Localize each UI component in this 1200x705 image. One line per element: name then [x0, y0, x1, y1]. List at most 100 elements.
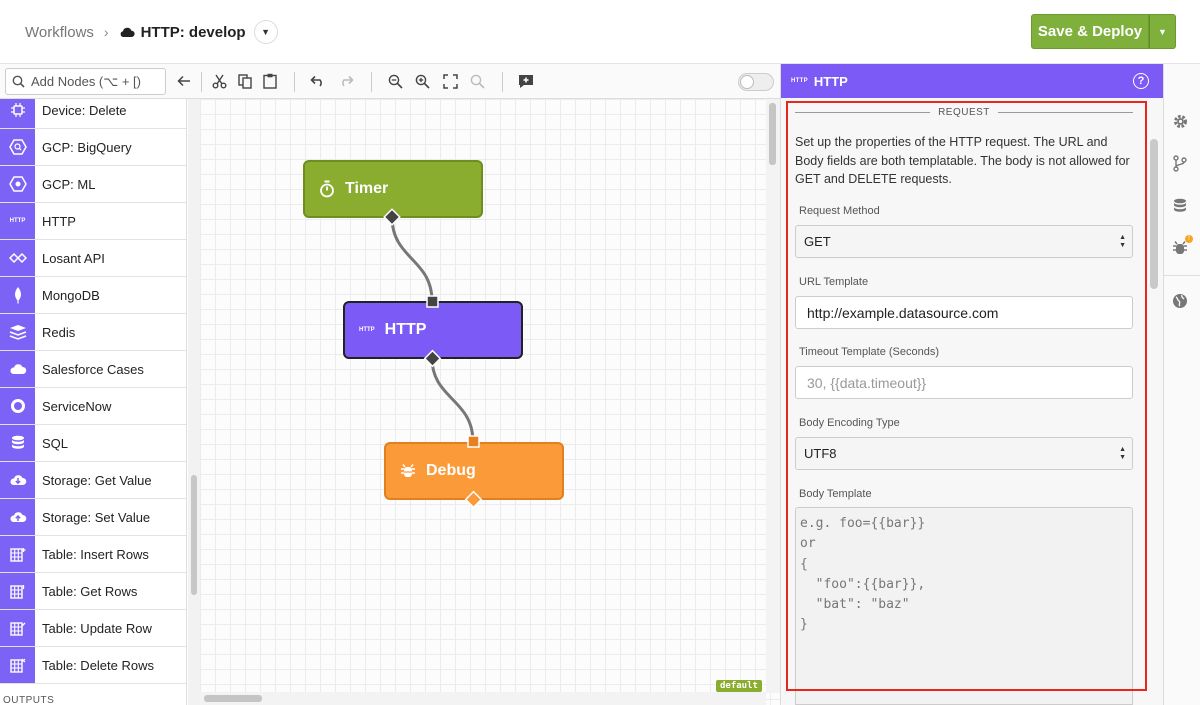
search-icon — [12, 75, 25, 88]
canvas-horizontal-scrollbar[interactable] — [200, 692, 766, 705]
zoom-reset-icon[interactable] — [468, 72, 486, 90]
undo-icon[interactable] — [309, 72, 327, 90]
palette-item-label: Storage: Get Value — [42, 472, 152, 488]
palette-item-redis[interactable]: Redis — [0, 314, 186, 351]
node-palette: Device: Delete GCP: BigQuery GCP: ML HTT… — [0, 99, 187, 705]
cloud-upload-icon — [0, 499, 35, 535]
palette-item-table-get-rows[interactable]: Table: Get Rows — [0, 573, 186, 610]
default-version-tag: default — [716, 680, 762, 692]
palette-item-storage-set-value[interactable]: Storage: Set Value — [0, 499, 186, 536]
debug-toggle[interactable] — [738, 73, 774, 91]
mongodb-icon — [0, 277, 35, 313]
collapse-arrow-icon[interactable] — [175, 72, 193, 90]
zoom-in-icon[interactable] — [413, 72, 431, 90]
palette-item-label: GCP: BigQuery — [42, 139, 132, 155]
gcp-bigquery-icon — [0, 129, 35, 165]
copy-icon[interactable] — [236, 72, 254, 90]
workflow-canvas[interactable]: Timer HTTP HTTP Debug — [200, 99, 780, 705]
palette-item-storage-get-value[interactable]: Storage: Get Value — [0, 462, 186, 499]
request-section-highlight — [786, 101, 1147, 691]
palette-item-http[interactable]: HTTP HTTP — [0, 203, 186, 240]
workflow-name: HTTP: develop — [140, 23, 246, 41]
toolbar-divider — [294, 72, 295, 92]
redo-icon[interactable] — [337, 72, 355, 90]
palette-section-outputs: OUTPUTS — [3, 695, 55, 705]
canvas-vertical-scrollbar[interactable] — [766, 99, 780, 693]
palette-item-label: Storage: Set Value — [42, 509, 151, 525]
redis-icon — [0, 314, 35, 350]
palette-item-device-delete[interactable]: Device: Delete — [0, 99, 186, 129]
losant-icon — [0, 240, 35, 276]
breadcrumb-workflows-link[interactable]: Workflows — [25, 24, 94, 41]
palette-item-sql[interactable]: SQL — [0, 425, 186, 462]
cloud-download-icon — [0, 462, 35, 498]
gear-icon[interactable] — [1171, 112, 1189, 130]
node-ports — [383, 208, 483, 509]
canvas-toolbar: Add Nodes (⌥ + [) — [0, 64, 780, 99]
cut-icon[interactable] — [210, 72, 228, 90]
toolbar-divider — [502, 72, 503, 92]
palette-item-servicenow[interactable]: ServiceNow — [0, 388, 186, 425]
palette-item-label: ServiceNow — [42, 398, 112, 414]
palette-item-label: Losant API — [42, 250, 105, 266]
table-icon — [0, 647, 35, 683]
fit-icon[interactable] — [441, 72, 459, 90]
debug-input-port — [467, 435, 480, 448]
palette-item-table-insert-rows[interactable]: Table: Insert Rows — [0, 536, 186, 573]
toolbar-divider — [201, 72, 202, 92]
servicenow-icon — [0, 388, 35, 424]
device-icon — [0, 99, 35, 128]
panel-title: HTTP — [813, 73, 848, 89]
palette-item-label: Table: Get Rows — [42, 583, 138, 599]
http-icon: HTTP — [791, 78, 808, 84]
breadcrumb-separator: › — [103, 24, 109, 40]
http-input-port — [426, 295, 439, 308]
gcp-ml-icon — [0, 166, 35, 202]
add-nodes-search-input[interactable]: Add Nodes (⌥ + [) — [5, 68, 166, 95]
deploy-options-caret-icon[interactable]: ▼ — [1149, 14, 1176, 49]
timer-output-port — [383, 208, 401, 226]
help-icon[interactable]: ? — [1133, 73, 1149, 89]
debug-output-port — [464, 490, 483, 509]
palette-item-label: Table: Delete Rows — [42, 657, 154, 673]
palette-item-mongodb[interactable]: MongoDB — [0, 277, 186, 314]
scroll-thumb[interactable] — [769, 103, 776, 165]
panel-scrollbar-thumb[interactable] — [1150, 139, 1158, 289]
paste-icon[interactable] — [261, 72, 279, 90]
palette-scrollbar[interactable] — [188, 99, 200, 705]
workflow-menu-caret-icon[interactable]: ▼ — [253, 20, 278, 44]
rail-divider — [1163, 275, 1200, 276]
palette-item-salesforce-cases[interactable]: Salesforce Cases — [0, 351, 186, 388]
palette-item-label: Table: Insert Rows — [42, 546, 149, 562]
comment-icon[interactable] — [517, 72, 535, 90]
palette-item-table-update-row[interactable]: Table: Update Row — [0, 610, 186, 647]
palette-item-gcp-bigquery[interactable]: GCP: BigQuery — [0, 129, 186, 166]
palette-item-label: Device: Delete — [42, 102, 127, 118]
deploy-group: Save & Deploy ▼ — [1031, 14, 1176, 49]
debug-notification-badge: ! — [1185, 235, 1193, 243]
http-icon: HTTP — [0, 203, 35, 239]
palette-item-losant-api[interactable]: Losant API — [0, 240, 186, 277]
panel-header: HTTP HTTP ? — [781, 64, 1164, 98]
globe-icon[interactable] — [1171, 292, 1189, 310]
table-icon — [0, 573, 35, 609]
database-icon[interactable] — [1171, 197, 1189, 215]
save-deploy-button[interactable]: Save & Deploy — [1031, 14, 1149, 49]
http-output-port — [423, 349, 442, 368]
scroll-thumb[interactable] — [191, 475, 197, 595]
table-icon — [0, 610, 35, 646]
branch-icon[interactable] — [1171, 154, 1189, 172]
toolbar-divider — [371, 72, 372, 92]
palette-item-table-delete-rows[interactable]: Table: Delete Rows — [0, 647, 186, 684]
search-placeholder: Add Nodes (⌥ + [) — [31, 73, 141, 89]
palette-item-gcp-ml[interactable]: GCP: ML — [0, 166, 186, 203]
zoom-out-icon[interactable] — [386, 72, 404, 90]
palette-item-label: GCP: ML — [42, 176, 96, 192]
toggle-knob — [740, 75, 754, 89]
palette-item-label: Table: Update Row — [42, 620, 152, 636]
breadcrumb: Workflows › HTTP: develop ▼ — [25, 20, 278, 44]
database-icon — [0, 425, 35, 461]
scroll-thumb[interactable] — [204, 695, 262, 702]
palette-item-label: Redis — [42, 324, 76, 340]
palette-item-label: SQL — [42, 435, 69, 451]
